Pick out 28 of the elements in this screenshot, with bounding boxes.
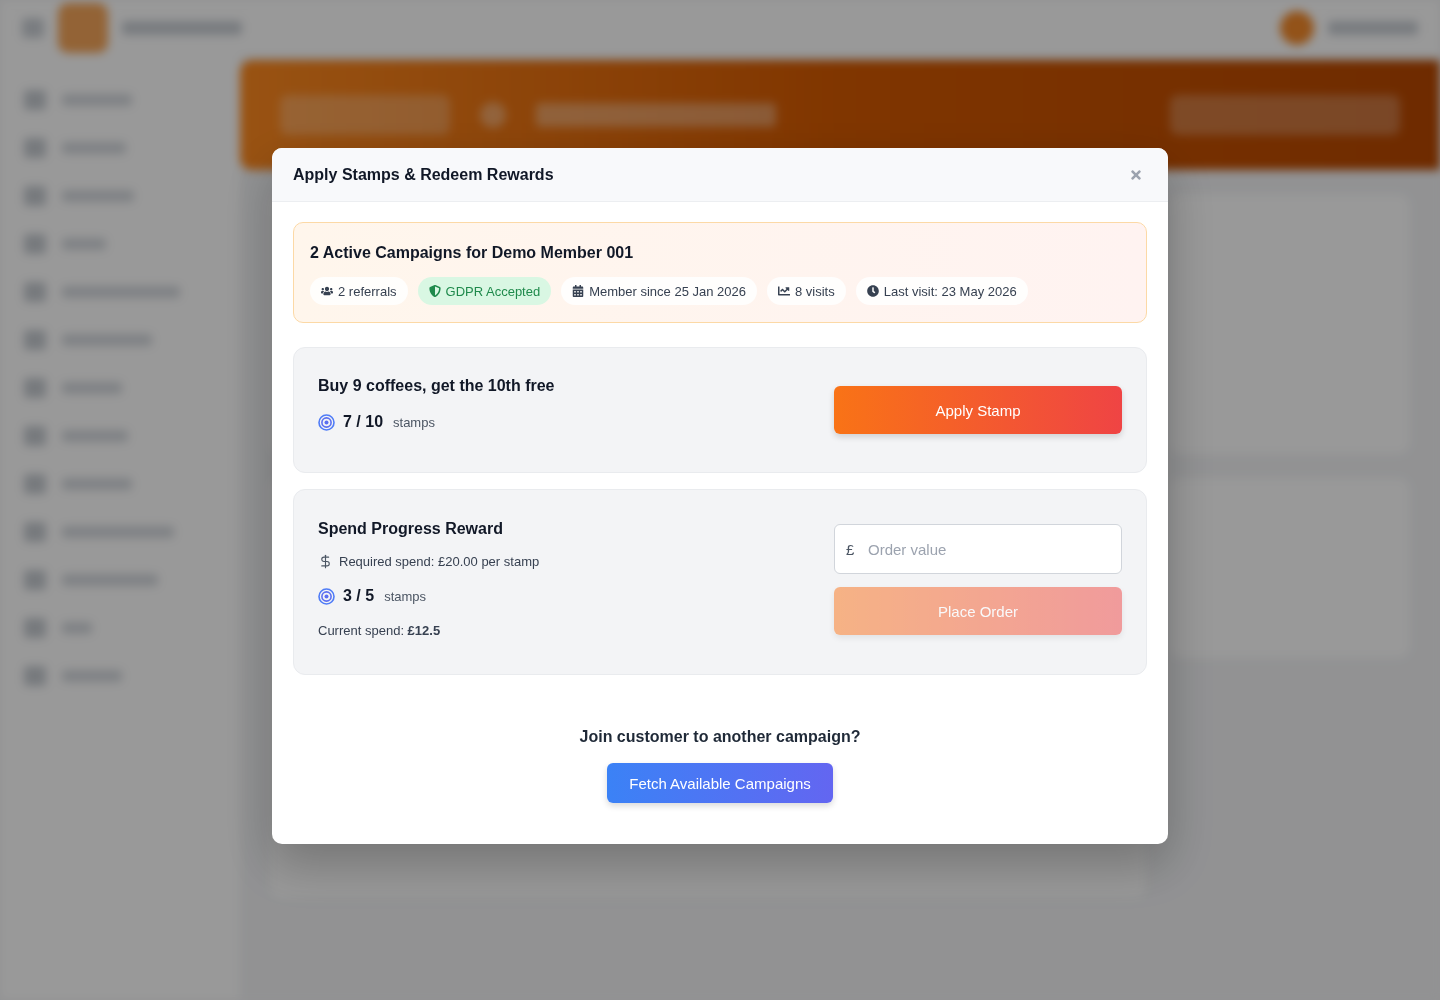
clock-icon — [866, 285, 879, 297]
dollar-icon — [318, 553, 333, 569]
close-icon — [1129, 167, 1143, 182]
fetch-campaigns-button[interactable]: Fetch Available Campaigns — [607, 763, 833, 803]
member-stat-text: 2 referrals — [338, 283, 397, 299]
currency-prefix: £ — [846, 540, 855, 558]
stamp-count: 3 / 5 — [343, 587, 375, 605]
shield-icon — [428, 285, 441, 297]
dialog-title: Apply Stamps & Redeem Rewards — [293, 165, 554, 184]
apply-stamp-button[interactable]: Apply Stamp — [834, 386, 1122, 434]
member-stat-text: Member since 25 Jan 2026 — [589, 283, 746, 299]
campaign-title: Spend Progress Reward — [318, 519, 504, 539]
required-spend-text: Required spend: £20.00 per stamp — [339, 553, 540, 569]
stamp-count: 7 / 10 — [343, 413, 384, 431]
campaign-title: Buy 9 coffees, get the 10th free — [318, 376, 555, 396]
member-stat-text: 8 visits — [795, 283, 835, 299]
member-stat-text: Last visit: 23 May 2026 — [883, 283, 1017, 299]
target-icon — [318, 587, 335, 605]
summary-title: 2 Active Campaigns for Demo Member 001 — [310, 244, 635, 262]
users-icon — [321, 285, 333, 297]
stamp-unit: stamps — [384, 588, 427, 604]
line-chart-icon — [778, 285, 790, 297]
current-spend-text: Current spend: £12.5 — [318, 622, 442, 640]
calendar-icon — [572, 285, 585, 297]
target-icon — [318, 413, 335, 431]
join-campaign-prompt: Join customer to another campaign? — [579, 727, 861, 747]
stamp-unit: stamps — [393, 414, 435, 430]
member-stat-text: GDPR Accepted — [445, 283, 541, 299]
